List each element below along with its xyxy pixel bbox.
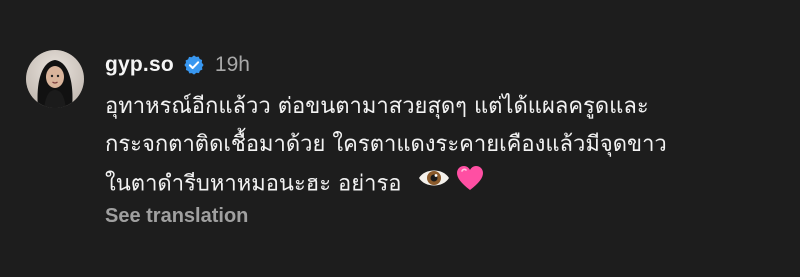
timestamp: 19h [214, 53, 250, 76]
eye-emoji-icon [417, 165, 451, 204]
comment-line-text: ในตาดำรีบหาหมอนะฮะ อย่ารอ [105, 171, 402, 197]
comment-item: gyp.so 19h อุทาหรณ์อีกแล้วว ต่อขนตามาสวย… [0, 0, 800, 277]
comment-line: กระจกตาติดเชื้อมาด้วย ใครตาแดงระคายเคือง… [105, 132, 667, 157]
see-translation-button[interactable]: See translation [105, 205, 248, 228]
comment-header: gyp.so 19h [105, 48, 250, 82]
comment-text: อุทาหรณ์อีกแล้วว ต่อขนตามาสวยสุดๆ แต่ได้… [105, 88, 785, 205]
verified-badge-icon [183, 54, 205, 76]
avatar[interactable] [26, 50, 84, 108]
comment-line: อุทาหรณ์อีกแล้วว ต่อขนตามาสวยสุดๆ แต่ได้… [105, 94, 649, 119]
pink-heart-emoji-icon [455, 164, 485, 205]
username-link[interactable]: gyp.so [105, 53, 174, 77]
emoji-row [417, 164, 485, 205]
avatar-image [26, 50, 84, 108]
comment-line-last: ในตาดำรีบหาหมอนะฮะ อย่ารอ [105, 164, 785, 205]
